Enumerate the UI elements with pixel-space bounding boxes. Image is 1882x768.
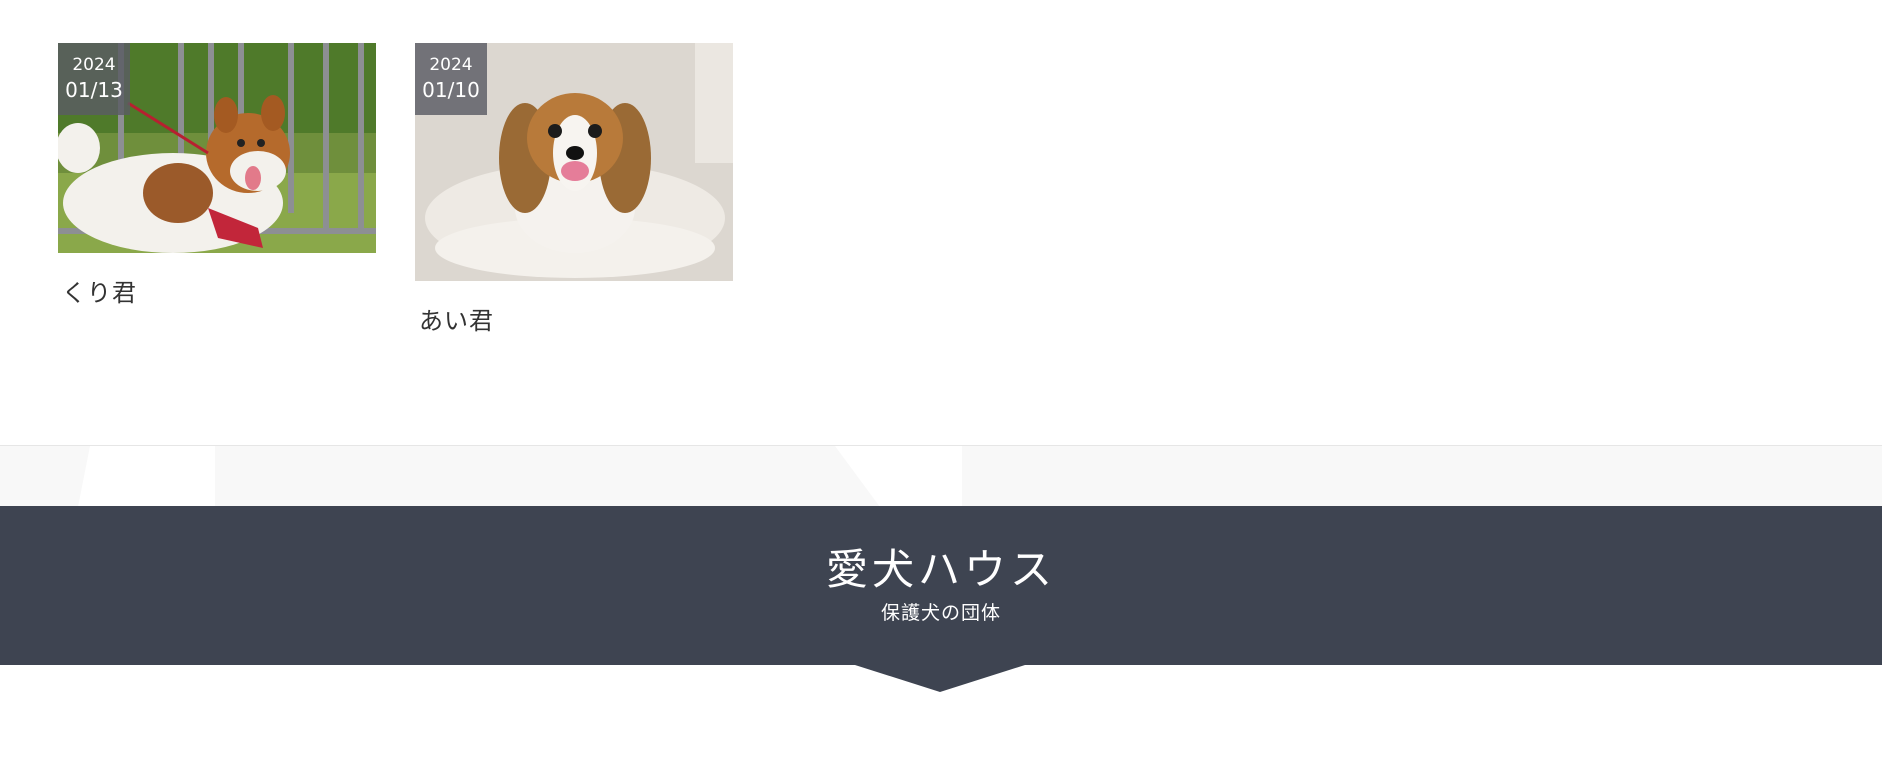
- post-thumbnail[interactable]: 2024 01/10: [415, 43, 733, 281]
- post-card[interactable]: 2024 01/10 あい君: [415, 43, 733, 336]
- site-footer: 愛犬ハウス 保護犬の団体: [0, 506, 1882, 665]
- date-badge: 2024 01/10: [415, 43, 487, 115]
- date-badge: 2024 01/13: [58, 43, 130, 115]
- date-month-day: 01/10: [422, 78, 480, 102]
- post-title[interactable]: あい君: [419, 301, 733, 336]
- date-year: 2024: [429, 55, 473, 75]
- post-title[interactable]: くり君: [62, 273, 376, 308]
- post-card[interactable]: 2024 01/13 くり君: [58, 43, 376, 308]
- date-year: 2024: [72, 55, 116, 75]
- decorative-band: [0, 445, 1882, 507]
- site-name[interactable]: 愛犬ハウス: [0, 536, 1882, 597]
- date-month-day: 01/13: [65, 78, 123, 102]
- site-tagline: 保護犬の団体: [880, 602, 1001, 624]
- post-thumbnail[interactable]: 2024 01/13: [58, 43, 376, 253]
- band-shapes-icon: [78, 446, 962, 507]
- down-arrow-icon: [855, 665, 1025, 692]
